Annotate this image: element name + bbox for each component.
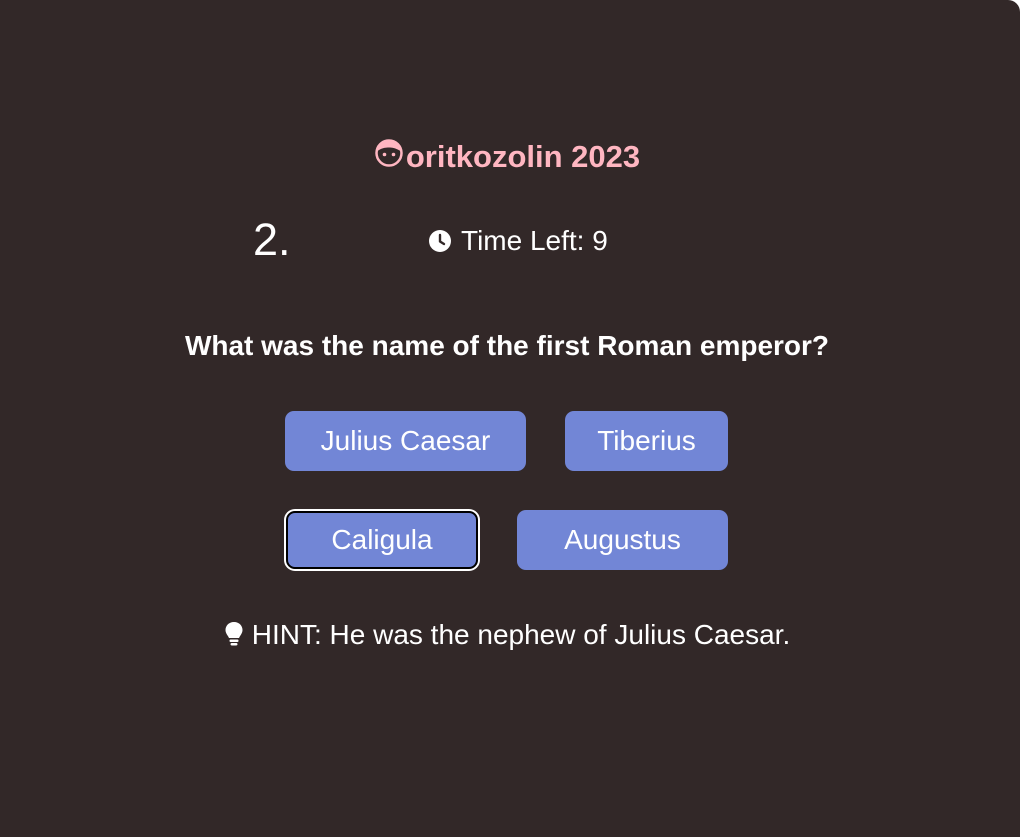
timer-label: Time Left: 9 [461,225,608,256]
hint-text: HINT: He was the nephew of Julius Caesar… [251,619,791,650]
quiz-panel: oritkozolin 2023 2. Time Left: 9 What wa… [0,0,1020,837]
lightbulb-icon [224,621,244,647]
question-number: 2. [253,214,291,265]
answer-button-caligula[interactable]: Caligula [286,511,478,569]
question-text: What was the name of the first Roman emp… [184,330,830,361]
app-brand: oritkozolin 2023 [0,137,1014,177]
app-title: oritkozolin 2023 [405,139,641,174]
face-icon [374,138,404,168]
clock-icon [428,229,452,253]
answer-button-julius-caesar[interactable]: Julius Caesar [285,411,526,471]
hint: HINT: He was the nephew of Julius Caesar… [0,616,1014,654]
answer-button-augustus[interactable]: Augustus [517,510,728,570]
timer: Time Left: 9 [428,223,608,259]
answer-button-tiberius[interactable]: Tiberius [565,411,728,471]
